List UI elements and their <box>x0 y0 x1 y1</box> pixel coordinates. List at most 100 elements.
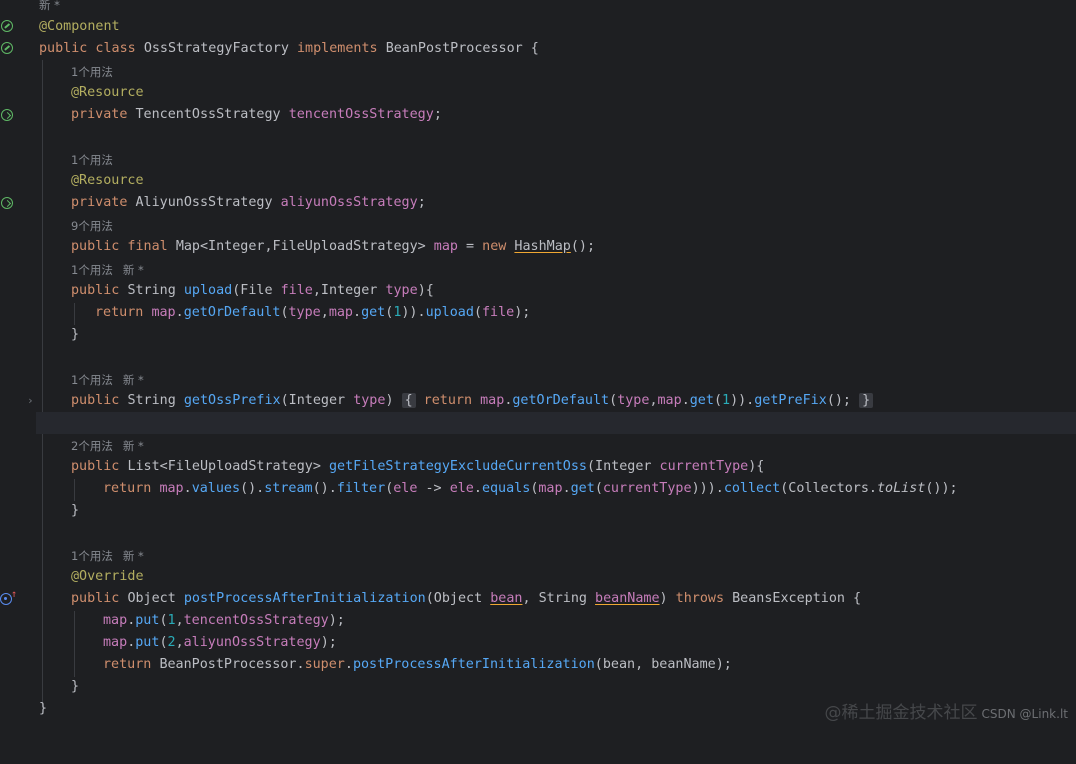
punct-token: ; <box>433 107 442 122</box>
code-line[interactable]: } <box>36 324 1076 346</box>
param-token: file <box>280 283 313 298</box>
code-line[interactable]: @Resource <box>36 82 1076 104</box>
code-line[interactable]: return map.getOrDefault(type,map.get(1))… <box>36 302 1076 324</box>
chevron-right-icon[interactable]: › <box>27 394 34 407</box>
usage-count[interactable]: 1个用法 <box>71 549 113 563</box>
code-line[interactable]: public Object postProcessAfterInitializa… <box>36 588 1076 610</box>
code-line[interactable]: return BeanPostProcessor.super.postProce… <box>36 654 1076 676</box>
bean-icon[interactable] <box>1 20 13 32</box>
code-line[interactable]: map.put(2,aliyunOssStrategy); <box>36 632 1076 654</box>
code-line[interactable]: } <box>36 676 1076 698</box>
usage-hint[interactable]: 9个用法 <box>36 215 1076 237</box>
class-name-token: OssStrategyFactory <box>143 41 297 56</box>
usage-count[interactable]: 1个用法 <box>71 61 113 83</box>
method-token: postProcessAfterInitialization <box>183 591 426 606</box>
usage-hint[interactable]: 1个用法新 * <box>36 259 1076 281</box>
punct-token: ){ <box>748 459 765 474</box>
punct-token: , <box>175 613 184 628</box>
punct-token: ( <box>159 613 168 628</box>
code-line[interactable]: public List<FileUploadStrategy> getFileS… <box>36 456 1076 478</box>
code-line[interactable]: public final Map<Integer,FileUploadStrat… <box>36 236 1076 258</box>
field-token: aliyunOssStrategy <box>183 635 321 650</box>
method-token: put <box>135 613 160 628</box>
punct-token: , <box>320 305 329 320</box>
keyword-token: new <box>482 239 515 254</box>
field-token: map <box>103 635 128 650</box>
usage-hint[interactable]: 1个用法新 * <box>36 545 1076 567</box>
code-line[interactable]: public String getOssPrefix(Integer type)… <box>36 390 1076 412</box>
bean-icon[interactable] <box>1 42 13 54</box>
code-editor[interactable]: 新 * @Component public class OssStrategyF… <box>36 0 1076 731</box>
code-line[interactable]: @Resource <box>36 170 1076 192</box>
new-hint[interactable]: 新 * <box>123 549 144 563</box>
punct-token: ) <box>385 393 402 408</box>
punct-token: (Collectors. <box>780 481 877 496</box>
usage-hint[interactable]: 1个用法 <box>36 61 1076 83</box>
field-token: map <box>103 613 128 628</box>
type-token: AliyunOssStrategy <box>135 195 281 210</box>
keyword-token: public class <box>39 41 144 56</box>
method-token: stream <box>264 481 313 496</box>
usage-count[interactable]: 1个用法 <box>71 263 113 277</box>
punct-token: = <box>457 239 483 254</box>
punct-token: (); <box>826 393 860 408</box>
keyword-token: private <box>71 195 136 210</box>
code-line[interactable]: } <box>36 500 1076 522</box>
closing-brace: } <box>39 701 48 716</box>
code-line[interactable]: @Component <box>36 16 1076 38</box>
punct-token: ( <box>159 635 168 650</box>
keyword-token: public <box>71 283 128 298</box>
inject-icon[interactable] <box>1 109 13 121</box>
code-vision-hint[interactable]: 新 * <box>36 0 1076 16</box>
usage-count[interactable]: 9个用法 <box>71 215 113 237</box>
folded-region-start[interactable]: { <box>401 393 416 408</box>
new-hint[interactable]: 新 * <box>123 373 144 387</box>
param-token: beanName <box>595 591 660 606</box>
param-token: type <box>353 393 386 408</box>
method-token: upload <box>183 283 233 298</box>
code-line[interactable]: map.put(1,tencentOssStrategy); <box>36 610 1076 632</box>
method-token: filter <box>336 481 386 496</box>
new-hint[interactable]: 新 * <box>39 0 60 16</box>
punct-token: . <box>353 305 362 320</box>
editor-gutter[interactable]: ↑ › <box>0 0 36 731</box>
punct-token: , String <box>522 591 596 606</box>
code-line[interactable]: private TencentOssStrategy tencentOssStr… <box>36 104 1076 126</box>
number-token: 2 <box>167 635 176 650</box>
punct-token: . <box>344 657 353 672</box>
code-line[interactable]: public String upload(File file,Integer t… <box>36 280 1076 302</box>
param-token: type <box>288 305 321 320</box>
code-line[interactable]: @Override <box>36 566 1076 588</box>
param-token: type <box>385 283 418 298</box>
code-line[interactable]: private AliyunOssStrategy aliyunOssStrat… <box>36 192 1076 214</box>
method-token: put <box>135 635 160 650</box>
punct-token: (). <box>240 481 265 496</box>
closing-brace: } <box>71 327 80 342</box>
current-line-highlight[interactable] <box>36 412 1076 434</box>
usage-hint[interactable]: 1个用法 <box>36 149 1076 171</box>
usage-count[interactable]: 2个用法 <box>71 439 113 453</box>
new-hint[interactable]: 新 * <box>123 263 144 277</box>
field-token: map <box>657 393 682 408</box>
keyword-token: public <box>71 591 128 606</box>
method-token: getOssPrefix <box>183 393 281 408</box>
closing-brace: } <box>71 503 80 518</box>
usage-hint[interactable]: 1个用法新 * <box>36 369 1076 391</box>
new-hint[interactable]: 新 * <box>123 439 144 453</box>
punct-token: (Integer <box>280 393 354 408</box>
field-token: map <box>480 393 505 408</box>
inject-icon[interactable] <box>1 197 13 209</box>
code-line[interactable]: public class OssStrategyFactory implemen… <box>36 38 1076 60</box>
punct-token: . <box>175 305 184 320</box>
annotation-token: @Component <box>39 19 120 34</box>
annotation-token: @Override <box>71 569 144 584</box>
usage-hint[interactable]: 2个用法新 * <box>36 435 1076 457</box>
watermark-text: CSDN @Link.lt <box>981 707 1068 721</box>
usage-count[interactable]: 1个用法 <box>71 149 113 171</box>
method-token: collect <box>723 481 781 496</box>
folded-region-end[interactable]: } <box>859 393 874 408</box>
param-token: ele <box>449 481 474 496</box>
code-line[interactable]: return map.values().stream().filter(ele … <box>36 478 1076 500</box>
usage-count[interactable]: 1个用法 <box>71 373 113 387</box>
param-token: file <box>482 305 515 320</box>
